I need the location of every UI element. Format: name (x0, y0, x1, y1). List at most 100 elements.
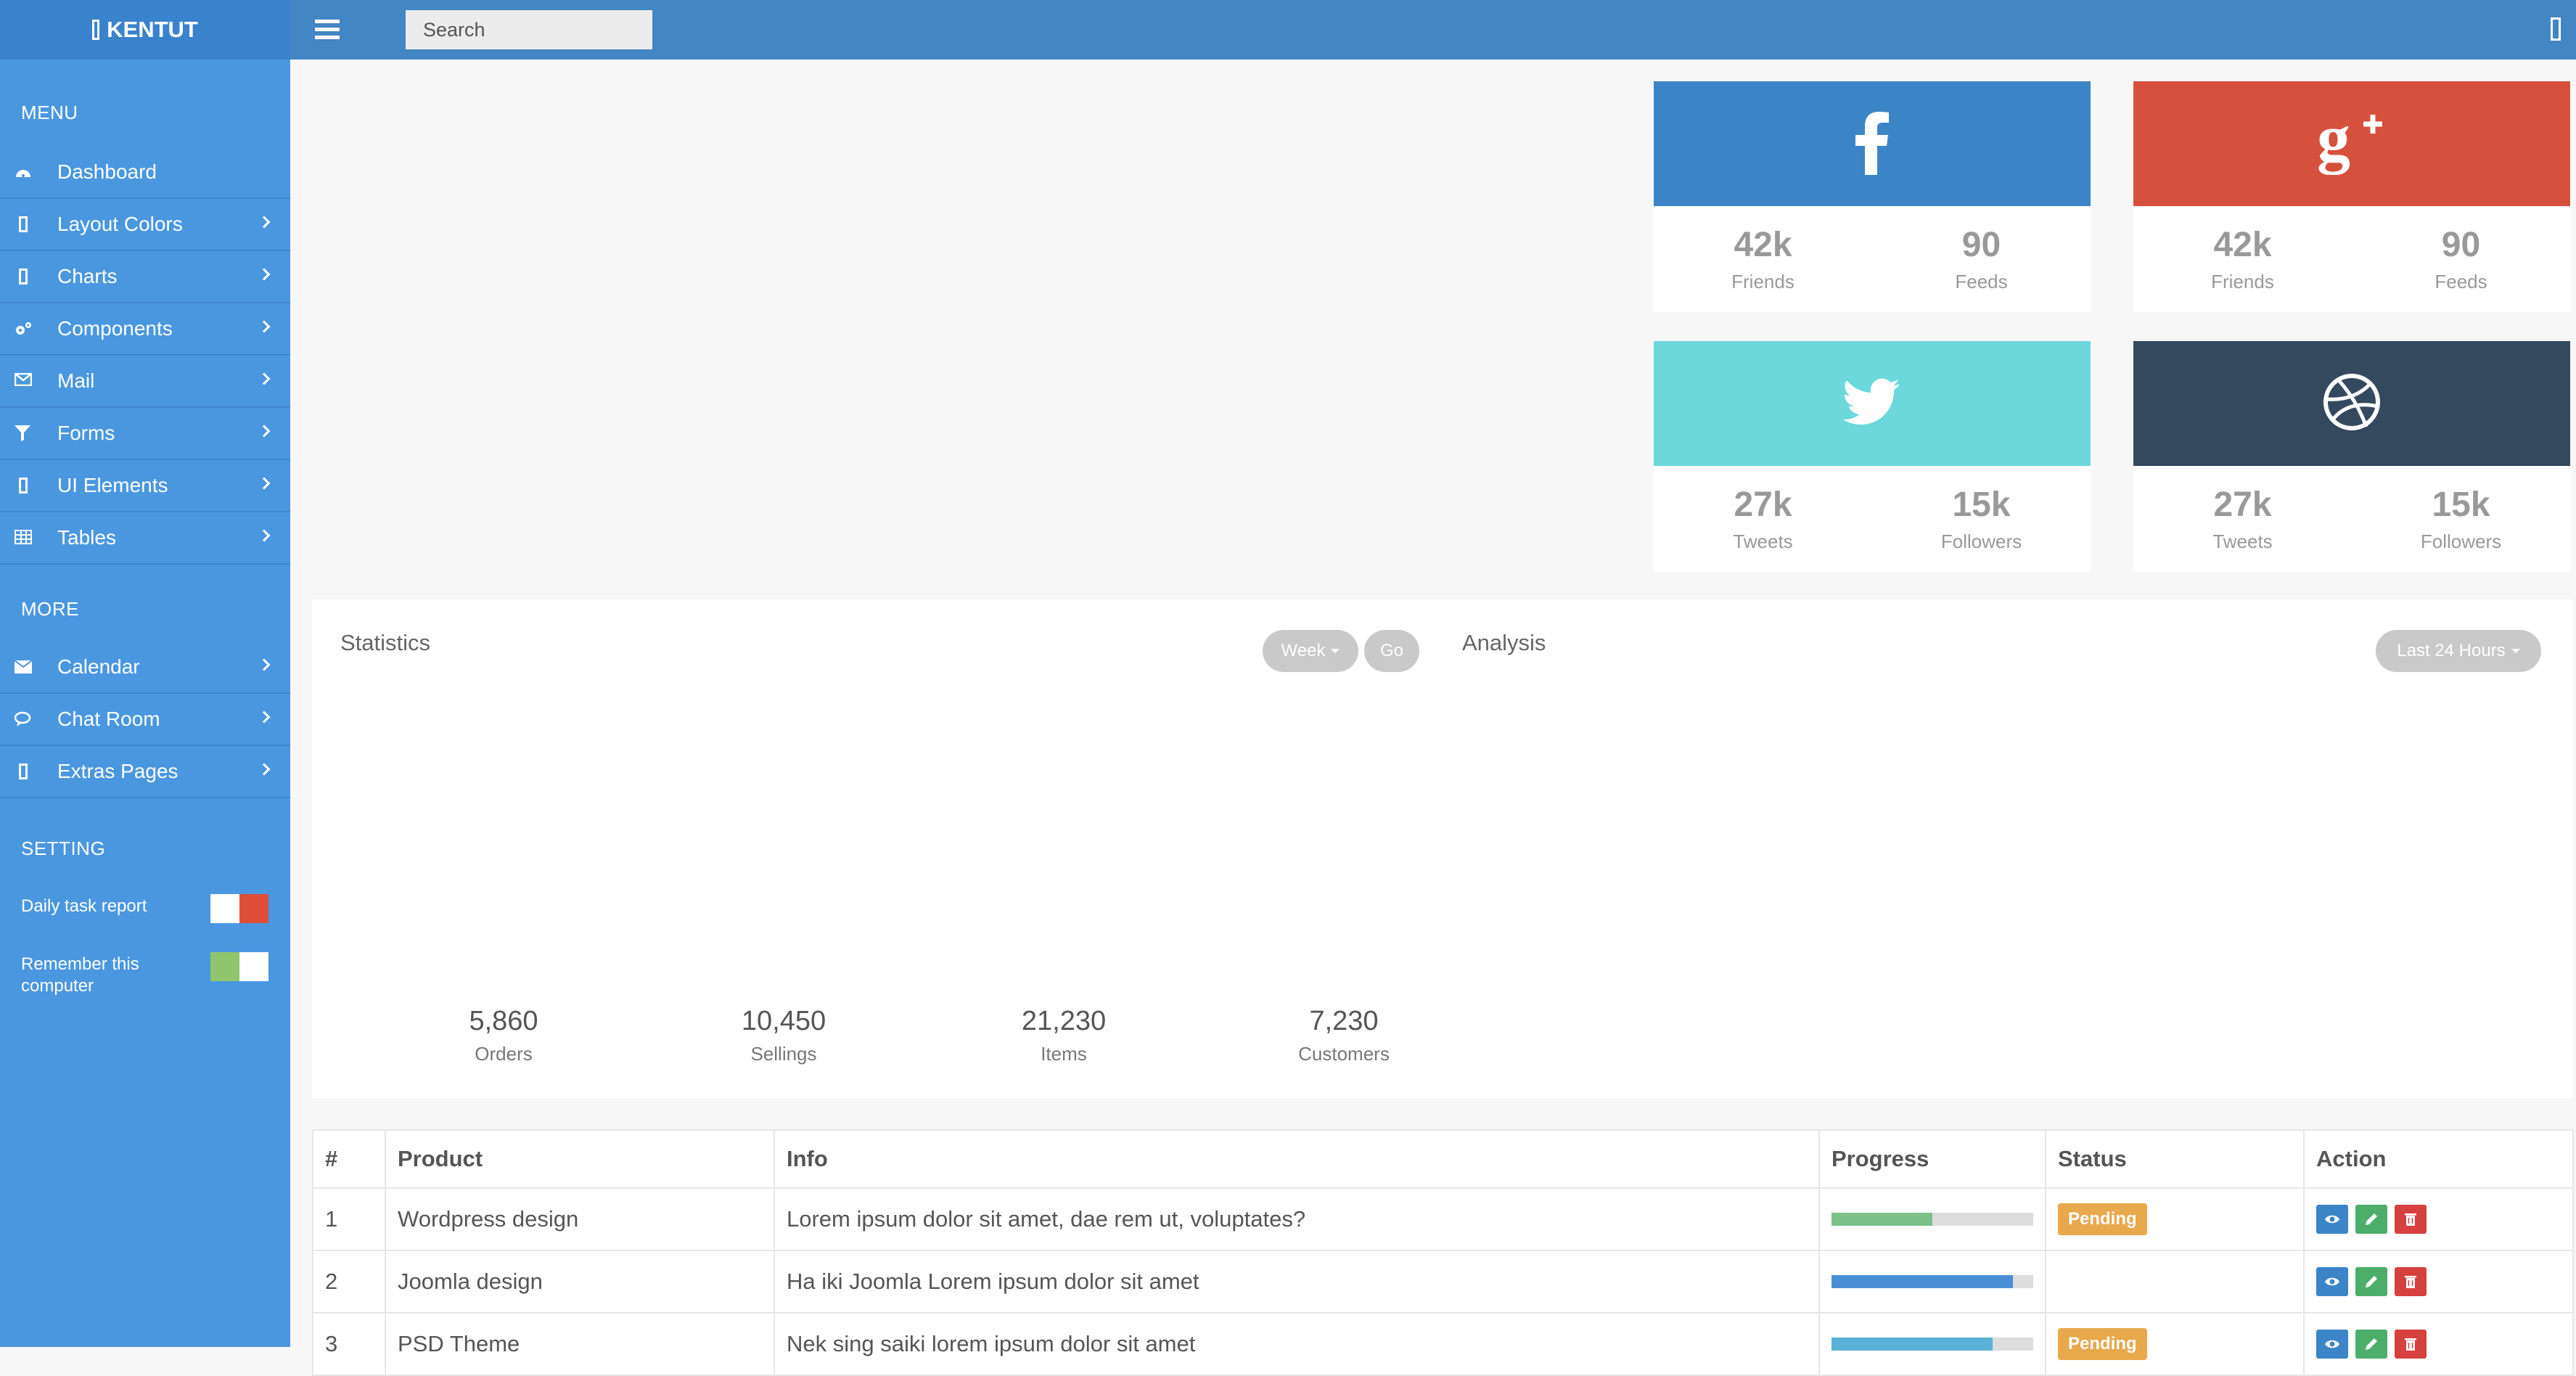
column-header[interactable]: Info (774, 1129, 1820, 1189)
delete-button[interactable] (2395, 1205, 2427, 1234)
sidebar-item-label: Tables (57, 526, 116, 549)
facebook-stats: 42k Friends 90 Feeds (1654, 206, 2091, 312)
week-label: Week (1281, 641, 1326, 660)
menu-nav: Dashboard Layout Colors Charts Components Ma… (0, 147, 290, 565)
table-row[interactable]: 1 Wordpress design Lorem ipsum dolor sit a… (312, 1187, 2574, 1251)
sidebar-item-label: Forms (57, 422, 115, 444)
progress-bar (1831, 1338, 2033, 1351)
sidebar-item-ui-elements[interactable]: UI Elements (0, 460, 290, 512)
view-button[interactable] (2316, 1267, 2348, 1296)
charts-icon (19, 269, 28, 284)
brand-logo[interactable]: KENTUT (0, 0, 290, 60)
toggle-right-segment (239, 952, 268, 981)
table-body: 1 Wordpress design Lorem ipsum dolor sit a… (312, 1187, 2574, 1376)
menu-section-title: MENU (21, 102, 78, 123)
chevron-right-icon (258, 529, 271, 542)
dribbble-stats: 27k Tweets 15k Followers (2133, 466, 2570, 572)
calendar-icon (14, 659, 33, 675)
sidebar-item-forms[interactable]: Forms (0, 408, 290, 460)
sidebar-item-extras-pages[interactable]: Extras Pages (0, 746, 290, 798)
toggle-right-segment (239, 894, 268, 923)
view-button[interactable] (2316, 1330, 2348, 1359)
chevron-right-icon (258, 216, 271, 229)
more-section-title: MORE (21, 598, 79, 620)
row-number: 3 (312, 1312, 386, 1376)
social-stat-value: 42k (1734, 226, 1792, 264)
progress-bar (1831, 1213, 2033, 1226)
go-button[interactable]: Go (1364, 630, 1419, 672)
table-row[interactable]: 2 Joomla design Ha iki Joomla Lorem ipsum … (312, 1250, 2574, 1314)
google-plus-card[interactable]: g 42k Friends 90 Feeds (2133, 81, 2570, 312)
sidebar-item-charts[interactable]: Charts (0, 251, 290, 303)
social-stat-label: Tweets (2212, 531, 2273, 552)
sidebar-item-label: Chat Room (57, 708, 160, 730)
user-menu-icon[interactable] (2551, 17, 2561, 41)
action-cell (2303, 1187, 2574, 1251)
table-icon (15, 530, 32, 546)
sidebar-item-label: Mail (57, 369, 95, 392)
sidebar-item-layout-colors[interactable]: Layout Colors (0, 199, 290, 251)
delete-button[interactable] (2395, 1330, 2427, 1359)
facebook-card-header (1654, 81, 2091, 206)
sidebar-item-calendar[interactable]: Calendar (0, 642, 290, 694)
status-badge: Pending (2058, 1328, 2147, 1360)
dribbble-card-header (2133, 341, 2570, 466)
google-plus-stats: 42k Friends 90 Feeds (2133, 206, 2570, 312)
twitter-card[interactable]: 27k Tweets 15k Followers (1654, 341, 2091, 572)
edit-button[interactable] (2355, 1330, 2387, 1359)
column-header[interactable]: Status (2045, 1129, 2305, 1189)
table-row[interactable]: 3 PSD Theme Nek sing saiki lorem ipsum dol… (312, 1312, 2574, 1376)
info-cell: Nek sing saiki lorem ipsum dolor sit ame… (774, 1312, 1820, 1376)
chevron-right-icon (258, 710, 271, 724)
kpi-label: Orders (475, 1043, 533, 1065)
remember-computer-toggle[interactable] (210, 952, 268, 981)
facebook-card[interactable]: 42k Friends 90 Feeds (1654, 81, 2091, 312)
column-header[interactable]: Progress (1818, 1129, 2046, 1189)
status-cell: Pending (2045, 1312, 2305, 1376)
dashboard-icon (15, 164, 32, 180)
cogs-icon (15, 321, 32, 337)
week-dropdown-button[interactable]: Week (1263, 630, 1358, 672)
column-header[interactable]: # (312, 1129, 386, 1189)
last-24-hours-dropdown-button[interactable]: Last 24 Hours (2376, 630, 2541, 672)
sidebar-item-dashboard[interactable]: Dashboard (0, 147, 290, 199)
social-stat-value: 15k (2432, 486, 2490, 524)
info-cell: Lorem ipsum dolor sit amet, dae rem ut, … (774, 1187, 1820, 1251)
daily-task-toggle[interactable] (210, 894, 268, 923)
search-input[interactable] (406, 10, 652, 49)
setting-section-title: SETTING (21, 838, 106, 859)
column-header[interactable]: Action (2303, 1129, 2574, 1189)
product-cell: Joomla design (385, 1250, 775, 1314)
kpi-value: 5,860 (469, 1006, 538, 1036)
row-number: 1 (312, 1187, 386, 1251)
status-cell: Pending (2045, 1187, 2305, 1251)
delete-button[interactable] (2395, 1267, 2427, 1296)
edit-button[interactable] (2355, 1205, 2387, 1234)
go-label: Go (1379, 641, 1403, 660)
envelope-icon (14, 372, 33, 389)
sidebar-item-tables[interactable]: Tables (0, 512, 290, 565)
sidebar-item-components[interactable]: Components (0, 303, 290, 356)
menu-toggle-button[interactable] (315, 20, 340, 40)
edit-button[interactable] (2355, 1267, 2387, 1296)
statistics-panel: Statistics Week Go Analysis Last 24 Hour… (312, 599, 2572, 1098)
social-stat-label: Followers (2420, 531, 2502, 552)
social-stat-value: 42k (2213, 226, 2272, 264)
sidebar-item-mail[interactable]: Mail (0, 356, 290, 408)
social-stat-value: 27k (2213, 486, 2272, 524)
twitter-card-header (1654, 341, 2091, 466)
view-button[interactable] (2316, 1205, 2348, 1234)
more-nav: Calendar Chat Room Extras Pages (0, 642, 290, 798)
google-plus-card-header: g (2133, 81, 2570, 206)
hamburger-icon (315, 20, 340, 23)
column-header[interactable]: Product (385, 1129, 775, 1189)
product-cell: Wordpress design (385, 1187, 775, 1251)
setting-label-remember: Remember this computer (21, 954, 139, 996)
chevron-right-icon (258, 425, 271, 438)
sidebar-item-chat-room[interactable]: Chat Room (0, 694, 290, 746)
dribbble-card[interactable]: 27k Tweets 15k Followers (2133, 341, 2570, 572)
action-cell (2303, 1250, 2574, 1314)
social-stat-value: 90 (2441, 226, 2481, 264)
social-stat-label: Feeds (1955, 271, 2008, 292)
kpi-value: 10,450 (741, 1006, 826, 1036)
